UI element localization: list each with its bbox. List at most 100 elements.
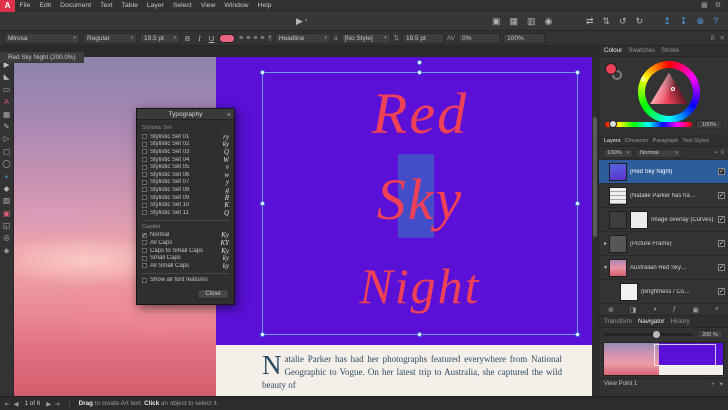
layer-visibility-checkbox[interactable]: ✓ [718, 240, 725, 247]
document-tab[interactable]: Red Sky Night (200.0%) [0, 52, 84, 63]
stylistic-set-option[interactable]: Stylistic Set 04 W [142, 156, 229, 164]
bold-button[interactable]: B [183, 33, 192, 44]
align-justify-icon[interactable]: ≡ [259, 35, 265, 42]
selection-handle[interactable] [417, 70, 422, 75]
opacity-value-field[interactable]: 100% [696, 120, 722, 129]
move-tool-indicator-icon[interactable]: ▶ [296, 12, 303, 30]
paragraph-style-combo[interactable]: Headline▾ [275, 33, 331, 44]
expander-icon[interactable]: ▸ [602, 240, 609, 247]
character-style-combo[interactable]: [No Style]▾ [341, 33, 391, 44]
rotation-handle[interactable] [417, 60, 422, 65]
menu-item[interactable]: Select [168, 0, 196, 12]
checkbox[interactable] [142, 187, 147, 192]
layer-thumbnail[interactable] [609, 259, 627, 277]
layer-thumbnail[interactable] [609, 235, 627, 253]
chevron-down-icon[interactable]: ▾ [305, 18, 308, 24]
viewport-rectangle[interactable] [654, 344, 716, 366]
scale-field[interactable]: 100% [503, 33, 545, 44]
checkbox[interactable] [142, 142, 147, 147]
layer-thumbnail[interactable] [609, 187, 627, 205]
fill-tool[interactable]: ◆ [4, 184, 10, 193]
order-front-icon[interactable]: ↥ [663, 12, 671, 30]
hue-selector-dot[interactable] [641, 77, 645, 81]
stylistic-set-option[interactable]: Stylistic Set 07 y [142, 179, 229, 187]
align-right-icon[interactable]: ≡ [252, 35, 258, 42]
selection-handle[interactable] [260, 332, 265, 337]
rectangle-tool[interactable]: ▢ [3, 147, 10, 156]
stylistic-set-option[interactable]: Stylistic Set 08 g [142, 186, 229, 194]
menu-item[interactable]: Text [96, 0, 117, 12]
flip-horizontal-icon[interactable]: ⇄ [586, 12, 594, 30]
menu-item[interactable]: Table [117, 0, 142, 12]
grid-icon[interactable]: ▦ [510, 12, 519, 30]
stylistic-set-option[interactable]: Stylistic Set 10 K [142, 201, 229, 209]
layer-row[interactable]: (Natalie Parker has ha… ✓ [599, 184, 728, 208]
view-tool[interactable]: ◈ [4, 246, 10, 255]
selection-handle[interactable] [575, 332, 580, 337]
slider-thumb[interactable] [653, 331, 660, 338]
flip-vertical-icon[interactable]: ⇅ [603, 12, 611, 30]
layer-options-icon[interactable]: ≡ [720, 150, 724, 156]
more-options-icon[interactable]: ≡ [720, 35, 724, 42]
show-all-font-features-option[interactable]: Show all font features [142, 277, 229, 285]
selection-handle[interactable] [260, 70, 265, 75]
checkbox[interactable] [142, 195, 147, 200]
navigator-preview[interactable] [603, 342, 724, 376]
document-canvas[interactable]: RedSkyNight Natalie Parker has had her p… [14, 57, 598, 396]
guides-icon[interactable]: ▥ [527, 12, 536, 30]
checkbox[interactable] [142, 172, 147, 177]
panel-tab[interactable]: Colour [604, 47, 622, 54]
chevron-down-icon[interactable]: ▾ [720, 380, 723, 388]
panel-tab[interactable]: Navigator [638, 318, 664, 325]
first-page-icon[interactable]: ⇤ [5, 400, 10, 408]
panel-tab[interactable]: Swatches [628, 47, 655, 54]
opacity-slider[interactable] [605, 122, 692, 127]
rotate-cw-icon[interactable]: ↻ [636, 12, 644, 30]
checkbox[interactable] [142, 157, 147, 162]
next-page-icon[interactable]: ▶ [46, 400, 51, 408]
panel-tab[interactable]: Stroke [661, 47, 679, 54]
panel-tab[interactable]: Layers [604, 138, 621, 144]
add-mask-icon[interactable]: ◨ [630, 306, 637, 314]
slider-thumb[interactable] [609, 120, 617, 128]
checkbox[interactable] [142, 149, 147, 154]
fill-colour-selector[interactable] [605, 63, 617, 75]
panel-tab[interactable]: Transform [604, 318, 632, 325]
typography-panel-header[interactable]: Typography × [137, 109, 234, 120]
text-colour-swatch[interactable] [219, 34, 235, 43]
preview-mode-icon[interactable]: ◉ [545, 12, 553, 30]
layer-opacity-combo[interactable]: 100%▾ [603, 149, 633, 158]
group-layers-icon[interactable]: ▣ [692, 306, 699, 314]
stylistic-set-option[interactable]: Stylistic Set 06 w [142, 171, 229, 179]
typography-panel-icon[interactable]: fi [711, 35, 714, 42]
italic-button[interactable]: I [195, 33, 204, 44]
colour-wheel[interactable] [638, 61, 700, 123]
checkbox[interactable] [142, 240, 147, 245]
layer-row[interactable]: ▾ Australian Red Sky… ✓ [599, 256, 728, 280]
capital-option[interactable]: All Small Caps ky [142, 262, 229, 270]
leading-field[interactable]: 19.5 pt [402, 33, 444, 44]
layer-row[interactable]: (Red Sky Night) ✓ [599, 160, 728, 184]
expander-icon[interactable]: ▾ [602, 264, 609, 271]
order-back-icon[interactable]: ↧ [680, 12, 688, 30]
menu-item[interactable]: File [15, 0, 35, 12]
checkbox[interactable] [142, 278, 147, 283]
align-center-icon[interactable]: ≡ [245, 35, 251, 42]
layer-visibility-checkbox[interactable]: ✓ [718, 288, 725, 295]
add-viewpoint-icon[interactable]: + [711, 381, 715, 388]
capital-option[interactable]: Small Caps ky [142, 254, 229, 262]
layer-visibility-checkbox[interactable]: ✓ [718, 192, 725, 199]
layer-thumbnail[interactable] [620, 283, 638, 301]
zoom-value-field[interactable]: 200 % [697, 330, 723, 339]
menu-item[interactable]: Edit [35, 0, 56, 12]
workspace-icon[interactable]: ▦ [701, 0, 708, 12]
menu-item[interactable]: Layer [142, 0, 168, 12]
stylistic-set-option[interactable]: Stylistic Set 11 Q [142, 209, 229, 217]
checkbox[interactable] [142, 256, 147, 261]
help-icon[interactable]: ? [713, 12, 718, 30]
rotate-ccw-icon[interactable]: ↺ [619, 12, 627, 30]
underline-button[interactable]: U [207, 33, 216, 44]
pen-tool[interactable]: ✎ [3, 122, 9, 131]
corner-tool[interactable]: ◣ [4, 72, 10, 81]
scrollbar-thumb[interactable] [593, 117, 597, 237]
